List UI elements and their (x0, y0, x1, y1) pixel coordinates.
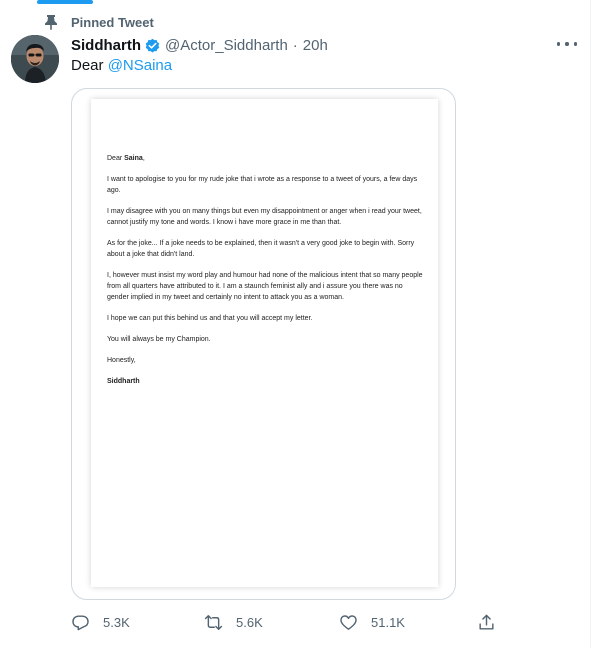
tab-indicator (37, 0, 93, 4)
letter-image: Dear Saina, I want to apologise to you f… (91, 99, 438, 587)
share-button[interactable] (477, 610, 496, 634)
retweet-icon (204, 614, 223, 630)
reply-count: 5.3K (103, 614, 130, 630)
more-icon-dot (557, 42, 561, 46)
reply-button[interactable]: 5.3K (71, 610, 130, 634)
letter-paragraph: I may disagree with you on many things b… (107, 208, 422, 226)
share-icon (479, 614, 494, 630)
letter-paragraph: As for the joke... If a joke needs to be… (107, 240, 415, 258)
more-options-button[interactable] (557, 36, 577, 52)
user-handle[interactable]: @Actor_Siddharth (165, 37, 288, 54)
tweet-text-prefix: Dear (71, 57, 108, 74)
tweet-actions: 5.3K 5.6K 51.1K (71, 610, 501, 634)
more-icon-dot (565, 42, 569, 46)
letter-salutation: Dear Saina, (107, 155, 145, 162)
like-count: 51.1K (371, 614, 405, 630)
tweet-timestamp[interactable]: 20h (303, 37, 328, 54)
like-icon (340, 614, 357, 630)
display-name[interactable]: Siddharth (71, 37, 141, 54)
letter-paragraph: I hope we can put this behind us and tha… (107, 314, 313, 322)
header-separator: · (292, 36, 298, 54)
letter-paragraph: I, however must insist my word play and … (107, 272, 423, 301)
tweet-media-card[interactable]: Dear Saina, I want to apologise to you f… (71, 88, 456, 600)
mention-link[interactable]: @NSaina (108, 57, 172, 74)
letter-paragraph: I want to apologise to you for my rude j… (107, 176, 418, 194)
like-button[interactable]: 51.1K (339, 610, 405, 634)
tweet-header: Siddharth @Actor_Siddharth · 20h (71, 34, 328, 56)
retweet-count: 5.6K (236, 614, 263, 630)
pinned-tweet-indicator: Pinned Tweet (44, 12, 154, 32)
reply-icon (72, 614, 89, 630)
pinned-tweet-label: Pinned Tweet (71, 14, 154, 30)
verified-icon (144, 37, 161, 54)
retweet-button[interactable]: 5.6K (204, 610, 263, 634)
more-icon-dot (573, 42, 577, 46)
letter-signature: Siddharth (107, 378, 140, 386)
letter-paragraph: You will always be my Champion. (107, 336, 211, 344)
pin-icon (44, 14, 58, 30)
tweet-text: Dear @NSaina (71, 57, 172, 74)
avatar[interactable] (11, 35, 59, 83)
letter-closing: Honestly, (107, 357, 136, 365)
letter-body: Dear Saina, I want to apologise to you f… (107, 154, 425, 399)
